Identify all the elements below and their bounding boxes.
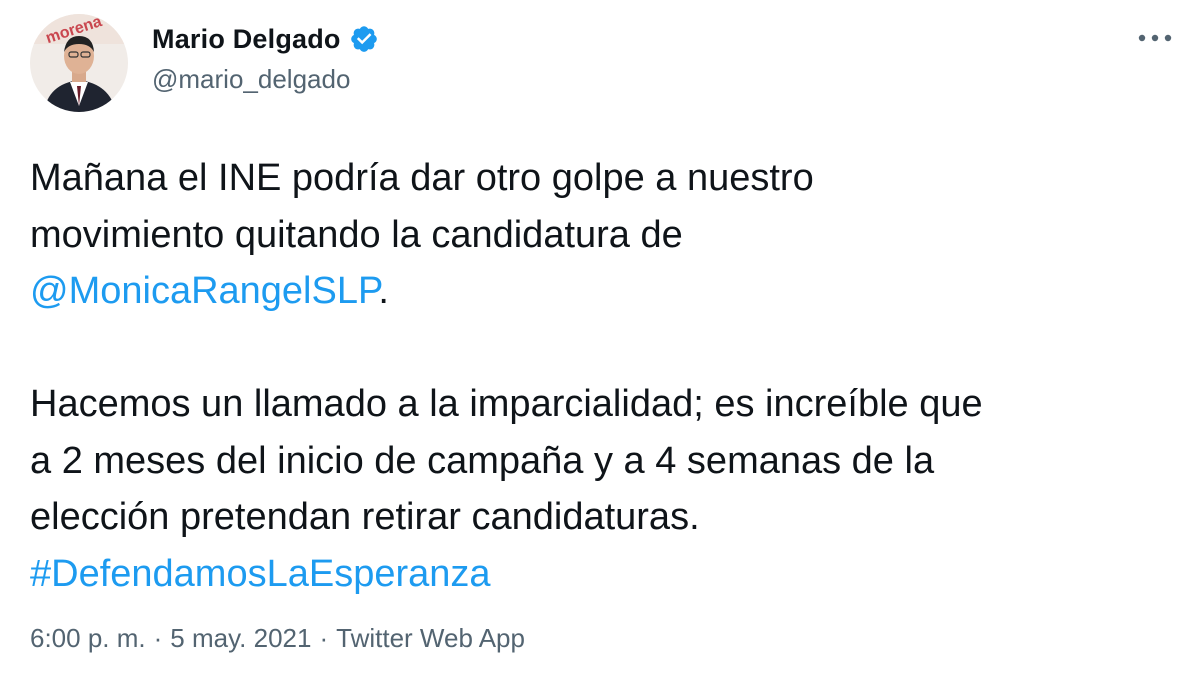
author-handle[interactable]: @mario_delgado: [152, 64, 350, 95]
tweet-text-line: Mañana el INE podría dar otro golpe a nu…: [30, 157, 814, 199]
tweet-metadata: 6:00 p. m. · 5 may. 2021 · Twitter Web App: [30, 623, 525, 654]
tweet-text: Mañana el INE podría dar otro golpe a nu…: [30, 150, 1180, 602]
tweet-text-line: @MonicaRangelSLP.: [30, 263, 1180, 320]
tweet-source-link[interactable]: Twitter Web App: [336, 623, 525, 653]
verified-badge-icon: [350, 26, 377, 52]
profile-photo-icon: morena: [30, 14, 128, 112]
mention-link[interactable]: @MonicaRangelSLP: [30, 270, 378, 312]
tweet-time-link[interactable]: 6:00 p. m.: [30, 623, 146, 653]
meta-separator: ·: [319, 623, 329, 653]
hashtag-link[interactable]: #DefendamosLaEsperanza: [30, 553, 491, 595]
tweet-text-line: Hacemos un llamado a la imparcialidad; e…: [30, 383, 983, 425]
meta-separator: ·: [153, 623, 163, 653]
tweet-text-line: movimiento quitando la candidatura de: [30, 213, 683, 256]
author-display-name[interactable]: Mario Delgado: [152, 24, 341, 55]
more-horizontal-icon: [1138, 34, 1172, 42]
tweet-text-line: a 2 meses del inicio de campaña y a 4 se…: [30, 439, 935, 482]
author-name-row: Mario Delgado: [152, 22, 379, 56]
tweet-text-line: #DefendamosLaEsperanza: [30, 546, 1180, 603]
tweet-text-line: elección pretendan retirar candidaturas.: [30, 496, 700, 538]
tweet-card: morena Mario Delgado @mario_delgado Maña…: [0, 0, 1200, 684]
tweet-date-link[interactable]: 5 may. 2021: [170, 623, 311, 653]
mention-suffix: .: [378, 270, 389, 312]
author-avatar[interactable]: morena: [30, 14, 128, 112]
more-options-button[interactable]: [1135, 24, 1175, 52]
